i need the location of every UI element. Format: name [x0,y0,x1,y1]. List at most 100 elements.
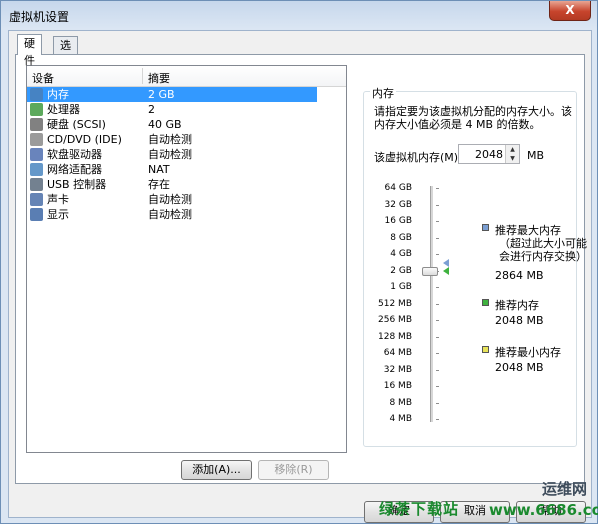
device-name: 声卡 [47,193,69,206]
scale-tick-mark [436,303,439,305]
device-name: 硬盘 (SCSI) [47,118,106,131]
memory-unit: MB [527,149,545,162]
device-summary: 自动检测 [148,193,192,206]
device-name: 网络适配器 [47,163,102,176]
device-row[interactable]: 处理器 2 [27,102,346,117]
scale-tick-label: 64 GB [384,183,412,193]
device-name: USB 控制器 [47,178,107,191]
scale-tick-mark [436,221,439,222]
device-summary: 自动检测 [148,133,192,146]
scale-tick-label: 256 MB [378,315,412,325]
scale-tick-mark [436,287,439,288]
memory-slider-track[interactable] [430,186,433,422]
tab-hardware[interactable]: 硬件 [17,34,42,67]
col-device[interactable]: 设备 [32,70,54,86]
tab-options[interactable]: 选项 [53,36,78,69]
scale-tick-mark [436,336,439,338]
cd-dvd-icon [30,133,43,146]
spin-up-icon[interactable]: ▲ [506,145,519,154]
scale-tick-label: 2 GB [390,265,412,276]
sound-icon [30,193,43,206]
device-row[interactable]: 显示 自动检测 [27,207,346,222]
scale-tick-label: 8 MB [389,397,412,408]
device-row[interactable]: CD/DVD (IDE) 自动检测 [27,132,346,147]
device-summary: 自动检测 [148,148,192,161]
device-summary: NAT [148,163,170,176]
device-name: 显示 [47,208,69,221]
device-summary: 2 [148,103,155,116]
device-row[interactable]: USB 控制器 存在 [27,177,346,192]
memory-scale: 64 GB 32 GB 16 GB 8 GB 4 GB 2 GB 1 GB 512 MB 256… [364,92,412,448]
legend-max-label: 推荐最大内存 [495,224,561,237]
device-name: 处理器 [47,103,80,116]
device-row[interactable]: 硬盘 (SCSI) 40 GB [27,117,346,132]
scale-tick-mark [436,188,439,189]
watermark-brand: 运维网 [541,480,587,498]
legend-max-note: （超过此大小可能会进行内存交换） [499,237,587,263]
scale-tick-label: 128 MB [378,331,412,342]
legend-rec-value: 2048 MB [495,314,544,327]
scale-tick-mark [436,320,439,321]
watermark-url: www.6686.com [489,501,598,519]
legend-min-label: 推荐最小内存 [495,346,561,359]
scale-tick-mark [436,254,439,255]
device-row[interactable]: 内存 2 GB [27,87,317,102]
add-button[interactable]: 添加(A)... [181,460,252,480]
memory-spinbox[interactable]: 2048 ▲ ▼ [458,144,520,164]
processor-icon [30,103,43,116]
scale-tick-label: 32 GB [384,199,412,210]
usb-icon [30,178,43,191]
recommended-color-swatch [482,299,489,306]
display-icon [30,208,43,221]
scale-tick-mark [436,402,439,404]
scale-tick-mark [436,419,439,420]
hardware-panel: 设备 摘要 内存 2 GB 处理器 2 硬盘 (SCSI) 40 GB CD/DVD (ID… [15,54,587,484]
min-color-swatch [482,346,489,353]
remove-button[interactable]: 移除(R) [258,460,329,480]
dialog-client: 硬件 选项 设备 摘要 内存2 GB处理器2硬盘 (SCSI)40 GBCD/D… [8,30,592,523]
window-title: 虚拟机设置 [9,10,70,24]
hard-disk-icon [30,118,43,131]
scale-tick-label: 4 GB [390,249,412,259]
device-summary: 自动检测 [148,208,192,221]
scale-tick-label: 8 GB [390,232,412,243]
dialog-window: 虚拟机设置 X 硬件 选项 设备 摘要 内存 2 GB 处理器 2 硬盘 (SCSI) 4… [0,0,598,524]
device-row[interactable]: 网络适配器 NAT [27,162,346,177]
scale-tick-mark [436,386,439,387]
device-summary: 40 GB [148,118,182,131]
scale-tick-label: 16 GB [384,216,412,226]
device-name: 软盘驱动器 [47,148,102,161]
device-summary: 2 GB [148,88,175,101]
device-row[interactable]: 声卡 自动检测 [27,192,346,207]
network-icon [30,163,43,176]
device-list[interactable]: 设备 摘要 内存 2 GB 处理器 2 硬盘 (SCSI) 40 GB CD/DVD (ID… [26,65,347,453]
device-name: 内存 [45,87,71,102]
scale-tick-label: 4 MB [389,414,412,424]
max-color-swatch [482,224,489,231]
device-list-header: 设备 摘要 [27,66,346,87]
floppy-icon [30,148,43,161]
legend-max-value: 2864 MB [495,269,544,282]
device-row[interactable]: 软盘驱动器 自动检测 [27,147,346,162]
legend-rec-label: 推荐内存 [495,299,539,312]
device-summary: 存在 [148,178,170,191]
legend-min-value: 2048 MB [495,361,544,374]
scale-tick-label: 1 GB [390,282,412,292]
memory-slider-thumb[interactable] [422,266,438,276]
col-summary[interactable]: 摘要 [148,70,170,86]
spin-down-icon[interactable]: ▼ [506,154,519,163]
memory-group: 内存 请指定要为该虚拟机分配的内存大小。该内存大小值必须是 4 MB 的倍数。 … [363,85,587,448]
scale-tick-label: 64 MB [383,348,412,358]
memory-value[interactable]: 2048 [475,148,503,161]
device-rows: 内存 2 GB 处理器 2 硬盘 (SCSI) 40 GB CD/DVD (IDE) 自动检测… [27,87,346,222]
scale-tick-mark [436,353,439,354]
scale-tick-mark [436,369,439,371]
max-marker-icon [443,259,449,267]
scale-tick-label: 16 MB [383,381,412,391]
scale-tick-mark [436,204,439,206]
device-name: CD/DVD (IDE) [47,133,122,146]
scale-tick-label: 32 MB [383,364,412,375]
scale-tick-label: 512 MB [378,298,412,309]
watermark-site-cn: 绿茶下载站 [379,500,460,518]
close-button[interactable]: X [549,1,591,21]
